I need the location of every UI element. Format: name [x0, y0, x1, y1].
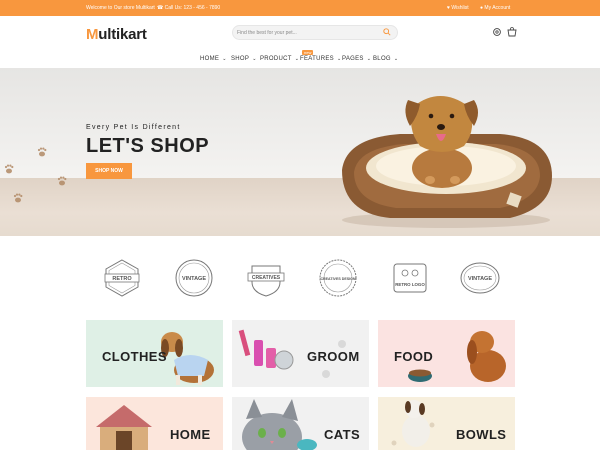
nav-features[interactable]: FEATURES ⌄: [300, 56, 341, 62]
paw-icon: [4, 147, 67, 203]
brand-logo[interactable]: VINTAGE: [174, 258, 214, 298]
wishlist-link[interactable]: ♥ Wishlist: [447, 5, 469, 11]
category-tile-groom[interactable]: GROOM: [232, 320, 369, 387]
category-label: HOME: [170, 427, 211, 442]
chevron-down-icon: ⌄: [252, 56, 257, 62]
nav-product[interactable]: PRODUCT ⌄: [260, 56, 299, 62]
category-tile-bowls[interactable]: BOWLS: [378, 397, 515, 450]
user-icon: ●: [480, 5, 484, 11]
top-bar: Welcome to Our store Multikart ☎ Call Us…: [0, 0, 600, 16]
hero-banner: Every Pet Is Different LET'S SHOP SHOP N…: [0, 68, 600, 236]
nav-pages[interactable]: PAGES ⌄: [342, 56, 371, 62]
svg-text:CREATIVES DESIGN: CREATIVES DESIGN: [320, 277, 355, 281]
category-label: GROOM: [307, 349, 360, 364]
svg-text:RETRO: RETRO: [112, 276, 132, 282]
dog-bowl-image: [391, 400, 435, 447]
settings-icon[interactable]: [492, 27, 502, 37]
svg-text:VINTAGE: VINTAGE: [182, 276, 206, 282]
heart-icon: ♥: [447, 5, 450, 11]
category-tile-home[interactable]: HOME: [86, 397, 223, 450]
chevron-down-icon: ⌄: [336, 56, 342, 62]
svg-text:RETRO LOGO: RETRO LOGO: [395, 282, 425, 287]
main-nav: HOME ⌄ SHOP ⌄ PRODUCT ⌄ FEATURES ⌄ new PAGES…: [0, 50, 600, 68]
cat-image: [242, 399, 317, 450]
brand-logo[interactable]: CREATIVES DESIGN: [318, 258, 358, 298]
brand-logo[interactable]: RETRO: [102, 258, 142, 298]
category-label: FOOD: [394, 349, 434, 364]
logo[interactable]: Multikart: [86, 26, 147, 43]
brand-logo[interactable]: CREATIVES: [246, 258, 286, 298]
category-tile-clothes[interactable]: CLOTHES: [86, 320, 223, 387]
shop-now-button[interactable]: SHOP NOW: [86, 163, 132, 179]
chevron-down-icon: ⌄: [294, 56, 300, 62]
category-label: BOWLS: [456, 427, 507, 442]
phone-icon: ☎: [157, 5, 164, 11]
search-placeholder: Find the best for your pet...: [237, 30, 297, 36]
cart-icon[interactable]: [507, 27, 517, 37]
chevron-down-icon: ⌄: [222, 56, 227, 62]
dog-house-image: [96, 405, 152, 450]
new-badge: new: [302, 50, 314, 55]
svg-text:VINTAGE: VINTAGE: [468, 276, 492, 282]
hero-title: LET'S SHOP: [86, 135, 210, 157]
brand-logo[interactable]: VINTAGE: [460, 258, 500, 298]
svg-text:CREATIVES: CREATIVES: [252, 275, 281, 281]
call-text: ☎ Call Us: 123 - 456 - 7890: [157, 5, 221, 11]
nav-blog[interactable]: BLOG ⌄: [373, 56, 398, 62]
welcome-text: Welcome to Our store Multikart: [86, 5, 155, 11]
hero-tagline: Every Pet Is Different: [86, 124, 181, 131]
search-input[interactable]: Find the best for your pet...: [232, 25, 398, 40]
category-label: CATS: [324, 427, 361, 442]
nav-shop[interactable]: SHOP ⌄: [231, 56, 257, 62]
search-icon[interactable]: [383, 28, 391, 36]
nav-home[interactable]: HOME ⌄: [200, 56, 227, 62]
brand-logos: RETRO VINTAGE CREATIVES CREATIVES DESIGN…: [0, 236, 600, 320]
chevron-down-icon: ⌄: [393, 56, 399, 62]
category-tile-cats[interactable]: CATS: [232, 397, 369, 450]
category-tiles: CLOTHES GROOM FOOD HOME CATS BOWLS: [0, 320, 600, 450]
brand-logo[interactable]: RETRO LOGO: [390, 258, 430, 298]
category-label: CLOTHES: [102, 349, 167, 364]
my-account-link[interactable]: ● My Account: [480, 5, 510, 11]
chevron-down-icon: ⌄: [366, 56, 372, 62]
category-tile-food[interactable]: FOOD: [378, 320, 515, 387]
